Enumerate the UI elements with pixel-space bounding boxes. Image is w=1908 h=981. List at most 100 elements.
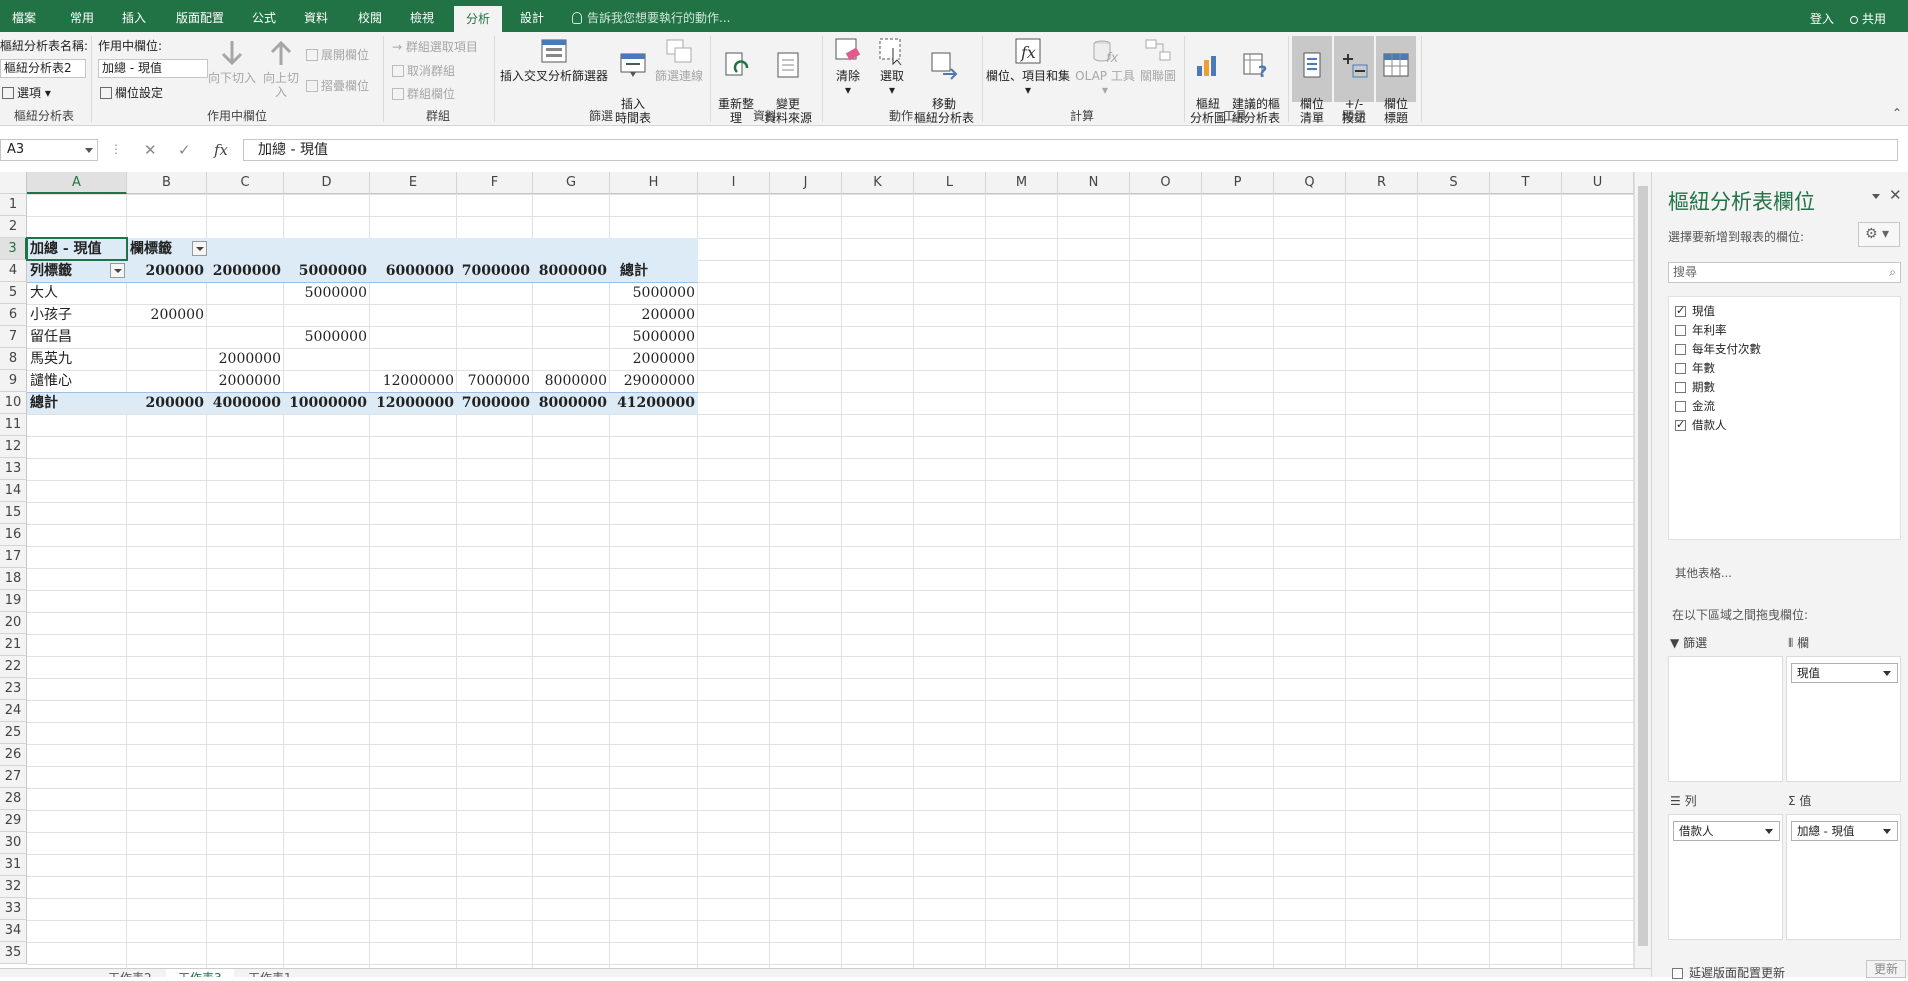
checkbox[interactable] — [1675, 382, 1686, 393]
row-header[interactable]: 33 — [0, 898, 27, 920]
spreadsheet-grid[interactable]: ABCDEFGHIJKLMNOPQRSTU 1 2 3 4 5 6 7 8 9 10 11 12 13 1… — [0, 172, 1634, 968]
column-header[interactable]: R — [1346, 172, 1418, 194]
tab-formulas[interactable]: 公式 — [240, 0, 288, 32]
row-header[interactable]: 17 — [0, 546, 27, 568]
row-header[interactable]: 23 — [0, 678, 27, 700]
drill-up-button[interactable]: 向上切入 — [260, 38, 302, 99]
pivot-value-cell[interactable]: 12000000 — [370, 370, 457, 392]
pivot-column-header[interactable]: 8000000 — [533, 260, 610, 282]
checkbox[interactable] — [1675, 344, 1686, 355]
expand-field-button[interactable]: 展開欄位 — [306, 46, 369, 63]
column-header[interactable]: Q — [1274, 172, 1346, 194]
row-header[interactable]: 32 — [0, 876, 27, 898]
field-item[interactable]: 期數 — [1675, 379, 1715, 395]
column-header[interactable]: K — [842, 172, 914, 194]
column-header[interactable]: T — [1490, 172, 1562, 194]
enter-check-icon[interactable]: ✓ — [178, 141, 191, 159]
olap-tools-button[interactable]: fx OLAP 工具 ▾ — [1074, 36, 1136, 97]
pivot-row-name[interactable]: 大人 — [27, 282, 127, 304]
column-header[interactable]: O — [1130, 172, 1202, 194]
active-field-input[interactable]: 加總 - 現值 — [98, 59, 208, 78]
pivot-value-cell[interactable] — [370, 326, 457, 348]
row-header[interactable]: 2 — [0, 216, 27, 238]
pivot-column-total[interactable]: 200000 — [127, 392, 207, 414]
column-header[interactable]: B — [127, 172, 207, 194]
field-settings-button[interactable]: 欄位設定 — [100, 84, 163, 101]
column-header[interactable]: G — [533, 172, 610, 194]
pivot-column-header[interactable]: 6000000 — [370, 260, 457, 282]
pivot-value-cell[interactable]: 5000000 — [284, 282, 370, 304]
row-header[interactable]: 22 — [0, 656, 27, 678]
ungroup-button[interactable]: 取消群組 — [392, 62, 455, 79]
pivot-value-cell[interactable] — [533, 326, 610, 348]
field-item[interactable]: 年利率 — [1675, 322, 1727, 338]
row-header[interactable]: 14 — [0, 480, 27, 502]
row-filter-dropdown[interactable] — [110, 263, 125, 278]
pivot-value-cell[interactable]: 7000000 — [457, 370, 533, 392]
pivot-value-cell[interactable] — [284, 370, 370, 392]
field-headers-button[interactable]: 欄位 標題 — [1376, 36, 1416, 125]
field-item[interactable]: 年數 — [1675, 360, 1715, 376]
zone-rows-item[interactable]: 借款人 — [1673, 821, 1780, 841]
pivot-row-name[interactable]: 譴惟心 — [27, 370, 127, 392]
group-selection-button[interactable]: → 群組選取項目 — [392, 38, 478, 55]
pivot-grand-total-label[interactable]: 總計 — [27, 392, 127, 414]
pivot-row-name[interactable]: 馬英九 — [27, 348, 127, 370]
row-header[interactable]: 27 — [0, 766, 27, 788]
checkbox[interactable] — [1675, 325, 1686, 336]
checkbox[interactable] — [1675, 418, 1686, 431]
pivot-column-total[interactable]: 4000000 — [207, 392, 284, 414]
zone-columns-box[interactable]: 現值 — [1786, 656, 1901, 782]
zone-values-box[interactable]: 加總 - 現值 — [1786, 814, 1901, 940]
row-header[interactable]: 9 — [0, 370, 27, 392]
column-header[interactable]: E — [370, 172, 457, 194]
tab-design[interactable]: 設計 — [508, 0, 556, 32]
column-filter-dropdown[interactable] — [192, 241, 207, 256]
pivot-value-cell[interactable] — [533, 348, 610, 370]
pivot-value-cell[interactable] — [457, 326, 533, 348]
clear-button[interactable]: 清除 ▾ — [826, 36, 870, 97]
insert-function-icon[interactable]: fx — [214, 141, 228, 159]
column-header[interactable]: I — [698, 172, 770, 194]
field-item[interactable]: 每年支付次數 — [1675, 341, 1761, 357]
tell-me-search[interactable]: 告訴我您想要執行的動作... — [572, 9, 730, 26]
pivot-value-cell[interactable]: 2000000 — [207, 348, 284, 370]
row-header[interactable]: 35 — [0, 942, 27, 964]
plus-minus-buttons-button[interactable]: +/- 按鈕 — [1334, 36, 1374, 125]
column-header[interactable]: N — [1058, 172, 1130, 194]
group-field-button[interactable]: 群組欄位 — [392, 85, 455, 102]
row-header[interactable]: 13 — [0, 458, 27, 480]
field-search-input[interactable]: 搜尋 ⌕ — [1668, 262, 1901, 283]
column-header[interactable]: F — [457, 172, 533, 194]
pivot-value-cell[interactable] — [533, 282, 610, 304]
row-header[interactable]: 26 — [0, 744, 27, 766]
filter-connections-button[interactable]: 篩選連線 — [654, 36, 704, 83]
pivot-value-cell[interactable] — [457, 282, 533, 304]
tab-view[interactable]: 檢視 — [398, 0, 446, 32]
insert-slicer-button[interactable]: 插入交叉分析篩選器 — [498, 36, 610, 83]
tab-analyze[interactable]: 分析 — [454, 6, 503, 32]
gear-icon[interactable]: ⚙ ▾ — [1858, 222, 1900, 247]
checkbox[interactable] — [1675, 304, 1686, 317]
pivot-row-name[interactable]: 小孩子 — [27, 304, 127, 326]
column-header[interactable]: S — [1418, 172, 1490, 194]
vertical-scrollbar[interactable] — [1634, 172, 1651, 968]
pivot-value-cell[interactable] — [207, 304, 284, 326]
column-header[interactable]: C — [207, 172, 284, 194]
pivot-value-cell[interactable] — [127, 326, 207, 348]
field-item[interactable]: 金流 — [1675, 398, 1715, 414]
pivot-value-cell[interactable] — [127, 370, 207, 392]
pivot-row-name[interactable]: 留任昌 — [27, 326, 127, 348]
column-header[interactable]: L — [914, 172, 986, 194]
sheet-tab-sheet1[interactable]: 工作表1 — [236, 969, 304, 977]
pivot-column-total[interactable]: 8000000 — [533, 392, 610, 414]
drill-down-button[interactable]: 向下切入 — [208, 38, 256, 85]
pivot-column-header[interactable]: 2000000 — [207, 260, 284, 282]
row-header[interactable]: 8 — [0, 348, 27, 370]
row-header[interactable]: 34 — [0, 920, 27, 942]
pivot-grand-total-header[interactable]: 總計 — [617, 260, 697, 282]
pivot-value-cell[interactable] — [457, 304, 533, 326]
column-header[interactable]: H — [610, 172, 698, 194]
zone-values-item[interactable]: 加總 - 現值 — [1791, 821, 1898, 841]
row-header[interactable]: 11 — [0, 414, 27, 436]
